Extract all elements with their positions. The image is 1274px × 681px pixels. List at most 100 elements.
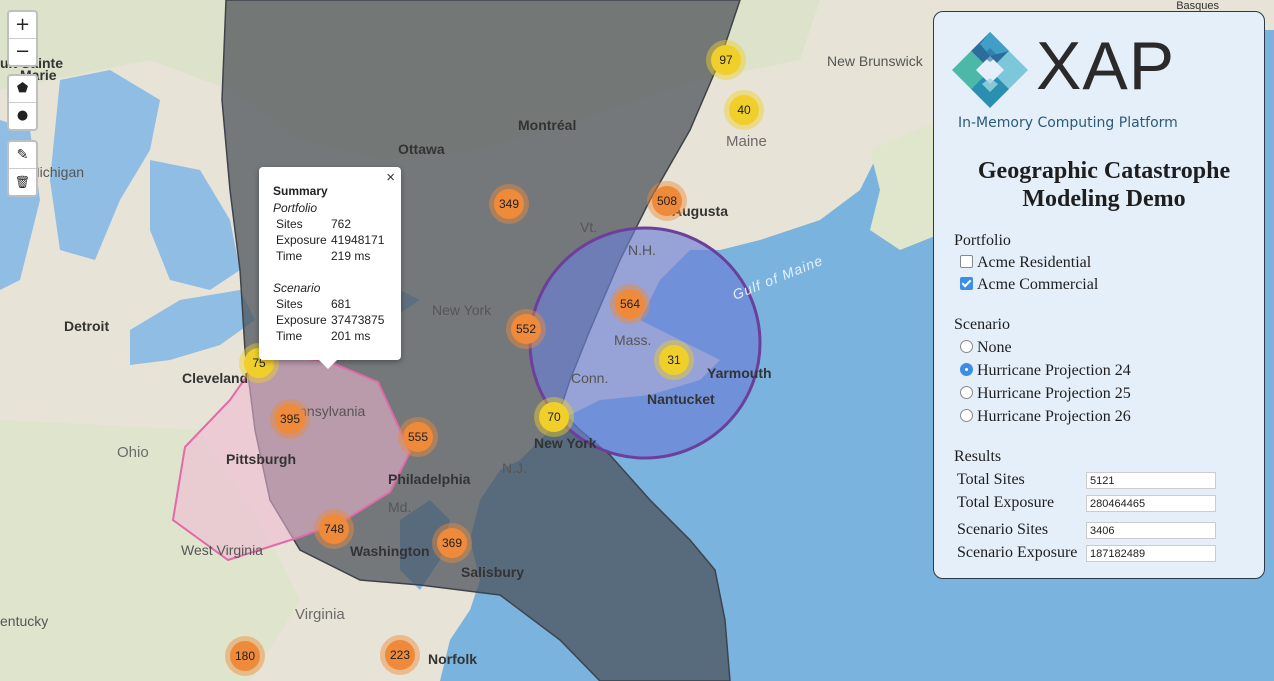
cluster-count: 552 bbox=[516, 322, 536, 336]
scenario-sites-field[interactable]: 3406 bbox=[1086, 522, 1216, 539]
cluster-marker[interactable]: 349 bbox=[489, 184, 529, 224]
map-label: Mass. bbox=[614, 332, 651, 348]
cluster-count: 395 bbox=[280, 412, 300, 426]
map-label: Virginia bbox=[295, 606, 345, 623]
xap-logo-text: XAP bbox=[1036, 28, 1176, 104]
scenario-exposure-field[interactable]: 187182489 bbox=[1086, 545, 1216, 562]
control-panel: XAP In-Memory Computing Platform Geograp… bbox=[933, 11, 1265, 579]
map-label: Washington bbox=[350, 543, 430, 559]
popup-value: 41948171 bbox=[331, 233, 385, 247]
popup-close-button[interactable]: × bbox=[386, 169, 395, 186]
cluster-count: 349 bbox=[499, 197, 519, 211]
draw-polygon-icon[interactable]: ⬟ bbox=[9, 76, 36, 103]
cluster-marker[interactable]: 31 bbox=[654, 340, 694, 380]
total-sites-field[interactable]: 5121 bbox=[1086, 472, 1216, 489]
scenario-option-hp25[interactable]: Hurricane Projection 25 bbox=[960, 385, 1131, 403]
cluster-count: 70 bbox=[547, 410, 561, 424]
cluster-count: 555 bbox=[408, 430, 428, 444]
map-label: N.H. bbox=[628, 242, 656, 258]
radio-selected-icon[interactable] bbox=[960, 363, 973, 376]
popup-portfolio-label: Portfolio bbox=[273, 201, 318, 215]
map-label: West Virginia bbox=[181, 542, 263, 558]
checkbox-icon[interactable] bbox=[960, 255, 973, 268]
results-header: Results bbox=[954, 448, 1002, 465]
popup-value: 681 bbox=[331, 297, 352, 311]
result-label: Scenario Sites bbox=[957, 521, 1049, 538]
result-label: Total Sites bbox=[957, 471, 1025, 488]
edit-toolbar: ✎ 🗑 bbox=[7, 140, 38, 197]
popup-row: Exposure 37473875 bbox=[276, 313, 396, 327]
portfolio-option-acme-residential[interactable]: Acme Residential bbox=[960, 254, 1091, 272]
xap-logo-icon bbox=[952, 32, 1028, 108]
map-label: Pittsburgh bbox=[226, 451, 296, 467]
map-label: Conn. bbox=[571, 370, 608, 386]
map-label: Detroit bbox=[64, 318, 109, 334]
popup-row: Exposure 41948171 bbox=[276, 233, 396, 247]
cluster-count: 97 bbox=[719, 53, 733, 67]
zoom-control: + − bbox=[7, 10, 38, 67]
page-title: Geographic Catastrophe Modeling Demo bbox=[944, 157, 1264, 213]
scenario-option-none[interactable]: None bbox=[960, 339, 1012, 357]
logo-tagline: In-Memory Computing Platform bbox=[958, 115, 1178, 131]
popup-key: Exposure bbox=[276, 313, 327, 327]
popup-row: Sites 762 bbox=[276, 217, 396, 231]
popup-title: Summary bbox=[273, 184, 328, 198]
scenario-option-hp24[interactable]: Hurricane Projection 24 bbox=[960, 362, 1131, 380]
cluster-marker[interactable]: 555 bbox=[398, 417, 438, 457]
scenario-option-hp26[interactable]: Hurricane Projection 26 bbox=[960, 408, 1131, 426]
summary-popup: × Summary Portfolio Sites 762 Exposure 419… bbox=[259, 167, 401, 369]
popup-row: Time 219 ms bbox=[276, 249, 396, 263]
map-label: Salisbury bbox=[461, 564, 524, 580]
cluster-marker[interactable]: 552 bbox=[506, 309, 546, 349]
cluster-count: 748 bbox=[324, 522, 344, 536]
radio-icon[interactable] bbox=[960, 340, 973, 353]
zoom-in-button[interactable]: + bbox=[9, 12, 36, 39]
cluster-count: 369 bbox=[442, 536, 462, 550]
option-label: None bbox=[977, 339, 1012, 356]
cluster-count: 31 bbox=[667, 353, 681, 367]
map-label: Norfolk bbox=[428, 651, 477, 667]
result-label: Scenario Exposure bbox=[957, 544, 1078, 561]
cluster-marker[interactable]: 180 bbox=[225, 636, 265, 676]
cluster-marker[interactable]: 70 bbox=[534, 397, 574, 437]
map-label: Yarmouth bbox=[707, 365, 772, 381]
cluster-count: 564 bbox=[620, 297, 640, 311]
popup-value: 219 ms bbox=[331, 249, 371, 263]
cluster-marker[interactable]: 564 bbox=[610, 284, 650, 324]
map-label: Philadelphia bbox=[388, 471, 471, 487]
map-label: Vt. bbox=[580, 219, 597, 235]
option-label: Hurricane Projection 25 bbox=[977, 385, 1131, 402]
cluster-count: 223 bbox=[390, 648, 410, 662]
option-label: Hurricane Projection 24 bbox=[977, 362, 1131, 379]
zoom-out-button[interactable]: − bbox=[9, 39, 36, 65]
popup-value: 201 ms bbox=[331, 329, 371, 343]
map-label: Ohio bbox=[117, 444, 149, 461]
delete-layers-icon[interactable]: 🗑 bbox=[9, 169, 36, 195]
map-label: Ottawa bbox=[398, 141, 445, 157]
cluster-marker[interactable]: 748 bbox=[314, 509, 354, 549]
draw-circle-icon[interactable]: ● bbox=[9, 103, 36, 129]
cluster-count: 508 bbox=[657, 194, 677, 208]
cluster-marker[interactable]: 223 bbox=[380, 635, 420, 675]
draw-toolbar: ⬟ ● bbox=[7, 74, 38, 131]
popup-value: 37473875 bbox=[331, 313, 385, 327]
popup-key: Sites bbox=[276, 297, 303, 311]
radio-icon[interactable] bbox=[960, 409, 973, 422]
popup-row: Sites 681 bbox=[276, 297, 396, 311]
cluster-marker[interactable]: 40 bbox=[724, 90, 764, 130]
popup-row: Time 201 ms bbox=[276, 329, 396, 343]
cluster-marker[interactable]: 508 bbox=[647, 181, 687, 221]
edit-layers-icon[interactable]: ✎ bbox=[9, 142, 36, 169]
popup-value: 762 bbox=[331, 217, 352, 231]
checkbox-checked-icon[interactable] bbox=[960, 277, 973, 290]
cluster-marker[interactable]: 97 bbox=[706, 40, 746, 80]
cluster-count: 180 bbox=[235, 649, 255, 663]
cluster-marker[interactable]: 369 bbox=[432, 523, 472, 563]
cluster-marker[interactable]: 395 bbox=[270, 399, 310, 439]
radio-icon[interactable] bbox=[960, 386, 973, 399]
portfolio-option-acme-commercial[interactable]: Acme Commercial bbox=[960, 276, 1098, 294]
total-exposure-field[interactable]: 280464465 bbox=[1086, 495, 1216, 512]
popup-key: Time bbox=[276, 249, 303, 263]
map-label: Montréal bbox=[518, 117, 576, 133]
title-line-1: Geographic Catastrophe bbox=[977, 158, 1231, 184]
